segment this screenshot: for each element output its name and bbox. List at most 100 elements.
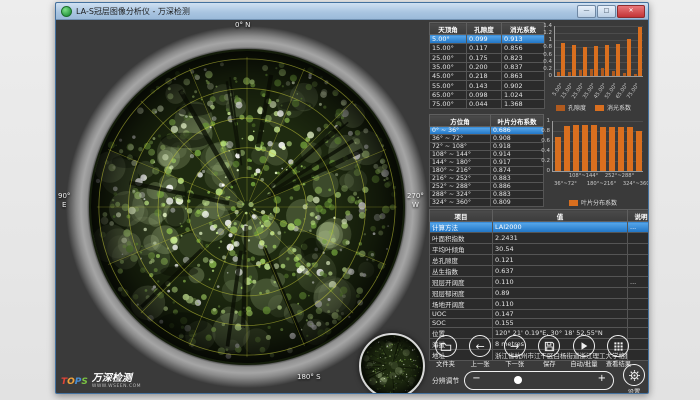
- column-header[interactable]: 说明: [628, 210, 650, 222]
- close-button[interactable]: ✕: [617, 5, 645, 18]
- bar-孔隙度: [590, 69, 594, 76]
- table-cell: 0.175: [467, 53, 502, 62]
- arrow-right-icon: →: [510, 341, 519, 352]
- bar-叶片分布系数: [618, 127, 624, 171]
- table-cell: 0.863: [502, 72, 545, 81]
- x-axis-tick: 108°~144°: [569, 173, 598, 179]
- column-header[interactable]: 天顶角: [430, 23, 467, 35]
- y-axis-tick: 0: [538, 168, 550, 174]
- table-cell: 0.886: [491, 183, 544, 191]
- table-cell: SOC: [430, 319, 493, 328]
- thumbnail-photo: [361, 335, 423, 394]
- logo-mark: TOPS: [61, 377, 88, 387]
- table-cell: 25.00°: [430, 53, 467, 62]
- table-row[interactable]: 25.00°0.1750.823: [430, 53, 545, 62]
- settings-label: 设置: [628, 387, 641, 394]
- minus-icon[interactable]: −: [472, 373, 480, 384]
- table-row[interactable]: 场地开阔度0.110: [430, 299, 650, 310]
- legend-item: 孔隙度: [556, 103, 586, 112]
- table-cell: 0.155: [493, 319, 628, 328]
- title-bar[interactable]: LA-S冠层图像分析仪 - 万深检测 — □ ✕: [56, 3, 648, 20]
- table-cell: UOC: [430, 310, 493, 319]
- window-title: LA-S冠层图像分析仪 - 万深检测: [76, 6, 577, 17]
- minimize-button[interactable]: —: [577, 5, 596, 18]
- column-header[interactable]: 消光系数: [502, 23, 545, 35]
- table-row[interactable]: 72° ~ 108°0.918: [430, 143, 544, 151]
- table-row[interactable]: 计算方法LAI2000...: [430, 222, 650, 233]
- column-header[interactable]: 方位角: [430, 115, 491, 127]
- zenith-angle-table: 天顶角孔隙度消光系数5.00°0.0990.91315.00°0.1170.85…: [429, 22, 537, 109]
- table-cell: 冠层郁闭度: [430, 288, 493, 299]
- bar-孔隙度: [634, 74, 638, 76]
- y-axis-tick: 0.4: [540, 59, 552, 65]
- compass-south-label: 180° S: [297, 373, 321, 381]
- table-row[interactable]: 216° ~ 252°0.883: [430, 175, 544, 183]
- table-cell: 1.024: [502, 90, 545, 99]
- table-row[interactable]: 冠层开阔度0.110...: [430, 277, 650, 288]
- maximize-button[interactable]: □: [597, 5, 616, 18]
- table-row[interactable]: 冠层郁闭度0.89: [430, 288, 650, 299]
- table-row[interactable]: SOC0.155: [430, 319, 650, 328]
- bar-孔隙度: [579, 70, 583, 76]
- grid-icon: [613, 341, 624, 352]
- table-row[interactable]: 丛生指数0.637: [430, 266, 650, 277]
- table-cell: 计算方法: [430, 222, 493, 233]
- main-content: 0° N 90°E 270°W 180° S 天顶角孔隙度消光系数5.00°0.…: [56, 20, 646, 392]
- table-cell: 5.00°: [430, 35, 467, 44]
- table-row[interactable]: 15.00°0.1170.856: [430, 44, 545, 53]
- x-axis-tick: 180°~216°: [587, 181, 616, 187]
- column-header[interactable]: 孔隙度: [467, 23, 502, 35]
- column-header[interactable]: 项目: [430, 210, 493, 222]
- table-row[interactable]: 324° ~ 360°0.809: [430, 199, 544, 207]
- bar-叶片分布系数: [591, 125, 597, 171]
- resolution-slider[interactable]: − +: [464, 371, 614, 390]
- table-cell: 0.902: [502, 81, 545, 90]
- table-row[interactable]: 108° ~ 144°0.914: [430, 151, 544, 159]
- table-row[interactable]: 65.00°0.0981.024: [430, 90, 545, 99]
- table-row[interactable]: 0° ~ 36°0.686: [430, 127, 544, 135]
- table-row[interactable]: 252° ~ 288°0.886: [430, 183, 544, 191]
- table-cell: 0.913: [502, 35, 545, 44]
- legend-swatch: [569, 200, 578, 206]
- slider-handle[interactable]: [514, 376, 522, 384]
- table-cell: 30.54: [493, 244, 628, 255]
- table-row[interactable]: 5.00°0.0990.913: [430, 35, 545, 44]
- canopy-image[interactable]: [89, 49, 405, 365]
- table-row[interactable]: 平均叶倾角30.54: [430, 244, 650, 255]
- table-row[interactable]: 总孔隙度0.121: [430, 255, 650, 266]
- table-cell: 2.2431: [493, 233, 628, 244]
- plus-icon[interactable]: +: [598, 373, 606, 384]
- table-cell: 平均叶倾角: [430, 244, 493, 255]
- table-cell: 总孔隙度: [430, 255, 493, 266]
- legend-item: 叶片分布系数: [569, 198, 617, 207]
- table-cell: 216° ~ 252°: [430, 175, 491, 183]
- table-row[interactable]: 288° ~ 324°0.883: [430, 191, 544, 199]
- table-row[interactable]: 55.00°0.1430.902: [430, 81, 545, 90]
- table-row[interactable]: 叶面积指数2.2431: [430, 233, 650, 244]
- table-cell: 0.200: [467, 62, 502, 71]
- column-header[interactable]: 值: [493, 210, 628, 222]
- table-row[interactable]: 75.00°0.0441.368: [430, 100, 545, 109]
- table-row[interactable]: UOC0.147: [430, 310, 650, 319]
- table-cell: 叶面积指数: [430, 233, 493, 244]
- gear-icon: [628, 369, 641, 382]
- save-icon: [544, 341, 555, 352]
- table-cell: 0.147: [493, 310, 628, 319]
- table-cell: 55.00°: [430, 81, 467, 90]
- thumbnail-preview[interactable]: [359, 333, 425, 394]
- compass-north-label: 0° N: [235, 21, 250, 29]
- table-row[interactable]: 45.00°0.2180.863: [430, 72, 545, 81]
- settings-button[interactable]: 设置: [621, 364, 647, 394]
- folder-icon: [440, 341, 452, 352]
- table-row[interactable]: 35.00°0.2000.837: [430, 62, 545, 71]
- bar-消光系数: [638, 27, 643, 76]
- table-cell: 0.837: [502, 62, 545, 71]
- chart-legend: 叶片分布系数: [539, 198, 647, 207]
- table-row[interactable]: 36° ~ 72°0.908: [430, 135, 544, 143]
- table-row[interactable]: 144° ~ 180°0.917: [430, 159, 544, 167]
- table-row[interactable]: 180° ~ 216°0.874: [430, 167, 544, 175]
- table-cell: 0.89: [493, 288, 628, 299]
- table-cell: 324° ~ 360°: [430, 199, 491, 207]
- column-header[interactable]: 叶片分布系数: [491, 115, 544, 127]
- bar-孔隙度: [623, 73, 627, 77]
